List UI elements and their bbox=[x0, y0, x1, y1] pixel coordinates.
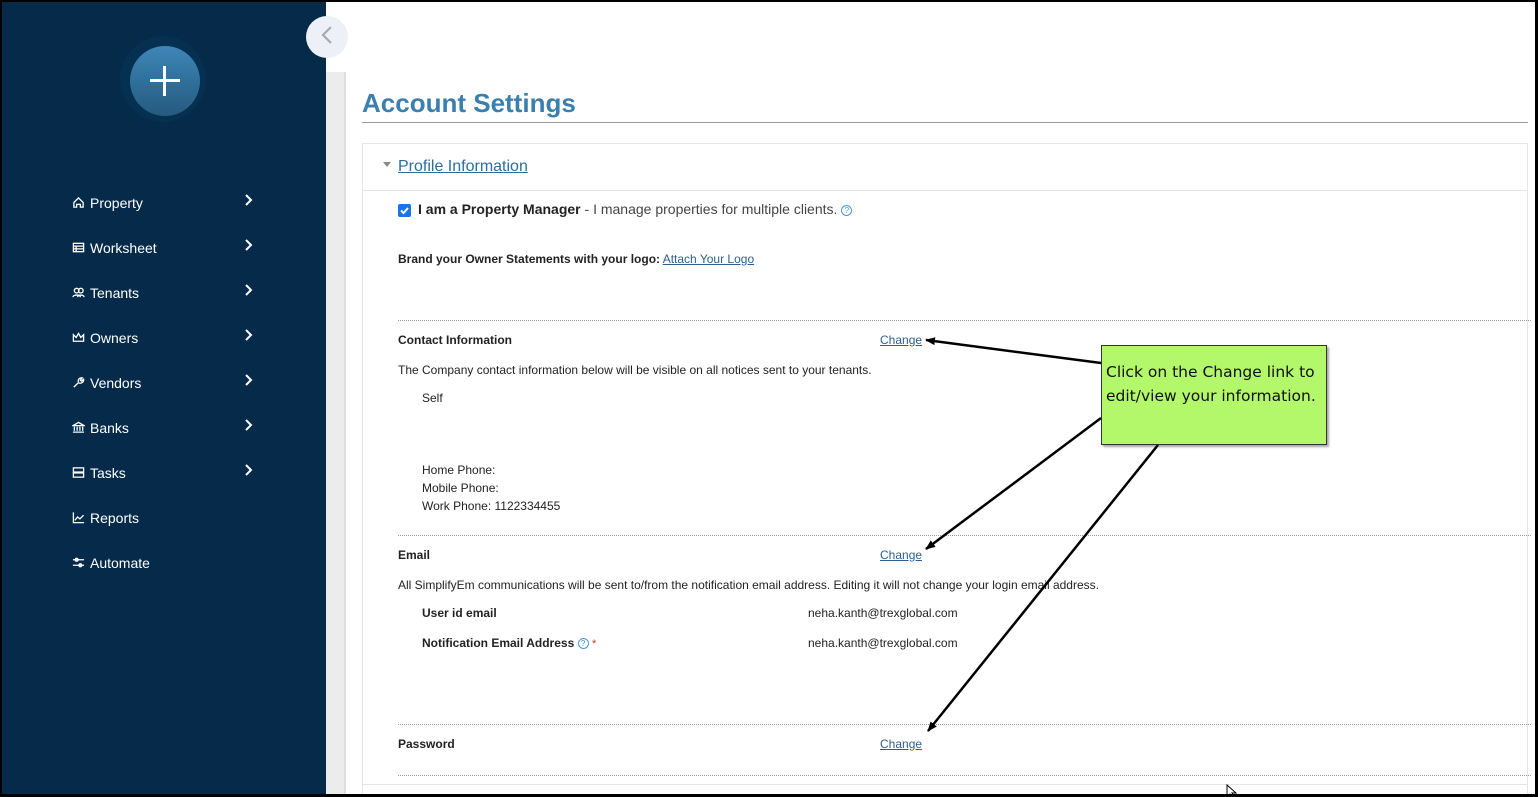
sidebar: Property Worksheet Tenants Owners Vendor bbox=[2, 2, 326, 794]
sidebar-item-automate[interactable]: Automate bbox=[70, 540, 270, 585]
sidebar-item-tasks[interactable]: Tasks bbox=[70, 450, 270, 495]
sliders-icon bbox=[70, 555, 86, 571]
section-divider bbox=[398, 535, 1531, 536]
required-marker: * bbox=[591, 638, 597, 650]
worksheet-icon bbox=[70, 240, 86, 256]
profile-panel-header[interactable]: Profile Information bbox=[363, 144, 1527, 191]
contact-name: Self bbox=[422, 391, 443, 405]
email-description: All SimplifyEm communications will be se… bbox=[398, 578, 1099, 592]
wrench-icon bbox=[70, 375, 86, 391]
contact-heading: Contact Information bbox=[398, 333, 512, 347]
user-id-email-value: neha.kanth@trexglobal.com bbox=[808, 606, 958, 620]
chevron-right-icon bbox=[244, 193, 256, 209]
work-phone: Work Phone: 1122334455 bbox=[422, 499, 561, 513]
email-change-link[interactable]: Change bbox=[880, 548, 922, 562]
app-window: Property Worksheet Tenants Owners Vendor bbox=[2, 2, 1535, 794]
password-heading: Password bbox=[398, 737, 455, 751]
check-icon bbox=[400, 207, 409, 215]
sidebar-item-label: Vendors bbox=[90, 374, 142, 391]
annotation-callout: Click on the Change link to edit/view yo… bbox=[1101, 345, 1327, 445]
mouse-cursor-icon bbox=[1226, 784, 1238, 794]
chevron-right-icon bbox=[244, 373, 256, 389]
brand-logo-row: Brand your Owner Statements with your lo… bbox=[398, 252, 755, 266]
sidebar-nav: Property Worksheet Tenants Owners Vendor bbox=[70, 180, 270, 585]
panel-bottom-border bbox=[362, 784, 1528, 785]
help-icon[interactable]: ? bbox=[841, 204, 853, 216]
profile-information-toggle[interactable]: Profile Information bbox=[398, 158, 528, 176]
sidebar-item-label: Tasks bbox=[90, 464, 126, 481]
sidebar-item-vendors[interactable]: Vendors bbox=[70, 360, 270, 405]
crown-icon bbox=[70, 330, 86, 346]
chevron-right-icon bbox=[244, 463, 256, 479]
sidebar-item-worksheet[interactable]: Worksheet bbox=[70, 225, 270, 270]
property-manager-checkbox[interactable] bbox=[398, 204, 411, 217]
contact-description: The Company contact information below wi… bbox=[398, 363, 872, 377]
add-button[interactable] bbox=[130, 46, 200, 116]
sidebar-item-label: Worksheet bbox=[90, 239, 157, 256]
home-phone: Home Phone: bbox=[422, 463, 496, 477]
help-icon[interactable]: ? bbox=[577, 638, 589, 650]
sidebar-item-label: Banks bbox=[90, 419, 129, 436]
user-id-email-label: User id email bbox=[422, 606, 497, 620]
page-title: Account Settings bbox=[362, 88, 576, 118]
chevron-right-icon bbox=[244, 418, 256, 434]
password-change-link[interactable]: Change bbox=[880, 737, 922, 751]
title-divider bbox=[362, 122, 1528, 123]
tasks-icon bbox=[70, 465, 86, 481]
chevron-right-icon bbox=[244, 328, 256, 344]
notification-email-label: Notification Email Address bbox=[422, 636, 575, 650]
home-icon bbox=[70, 195, 86, 211]
section-divider bbox=[398, 724, 1531, 725]
property-manager-label: I am a Property Manager - I manage prope… bbox=[418, 201, 853, 217]
sidebar-item-tenants[interactable]: Tenants bbox=[70, 270, 270, 315]
attach-logo-link[interactable]: Attach Your Logo bbox=[663, 252, 754, 266]
collapse-sidebar-button[interactable] bbox=[306, 16, 348, 58]
bank-icon bbox=[70, 420, 86, 436]
sidebar-item-label: Tenants bbox=[90, 284, 140, 301]
profile-panel: Profile Information bbox=[362, 143, 1528, 794]
sidebar-item-property[interactable]: Property bbox=[70, 180, 270, 225]
sidebar-item-label: Automate bbox=[90, 554, 150, 571]
chart-icon bbox=[70, 510, 86, 526]
contact-change-link[interactable]: Change bbox=[880, 333, 922, 347]
sidebar-item-label: Property bbox=[90, 194, 143, 211]
sidebar-item-label: Reports bbox=[90, 509, 140, 526]
sidebar-item-label: Owners bbox=[90, 329, 139, 346]
section-divider bbox=[398, 775, 1531, 776]
chevron-left-icon bbox=[320, 24, 334, 51]
chevron-right-icon bbox=[244, 238, 256, 254]
mobile-phone: Mobile Phone: bbox=[422, 481, 499, 495]
email-heading: Email bbox=[398, 548, 431, 562]
section-divider bbox=[398, 320, 1531, 321]
content-gutter bbox=[326, 72, 346, 794]
sidebar-item-owners[interactable]: Owners bbox=[70, 315, 270, 360]
notification-email-label-row: Notification Email Address ? * bbox=[422, 636, 596, 650]
notification-email-value: neha.kanth@trexglobal.com bbox=[808, 636, 958, 650]
sidebar-item-reports[interactable]: Reports bbox=[70, 495, 270, 540]
users-icon bbox=[70, 285, 86, 301]
chevron-right-icon bbox=[244, 283, 256, 299]
sidebar-item-banks[interactable]: Banks bbox=[70, 405, 270, 450]
caret-down-icon bbox=[383, 162, 391, 167]
